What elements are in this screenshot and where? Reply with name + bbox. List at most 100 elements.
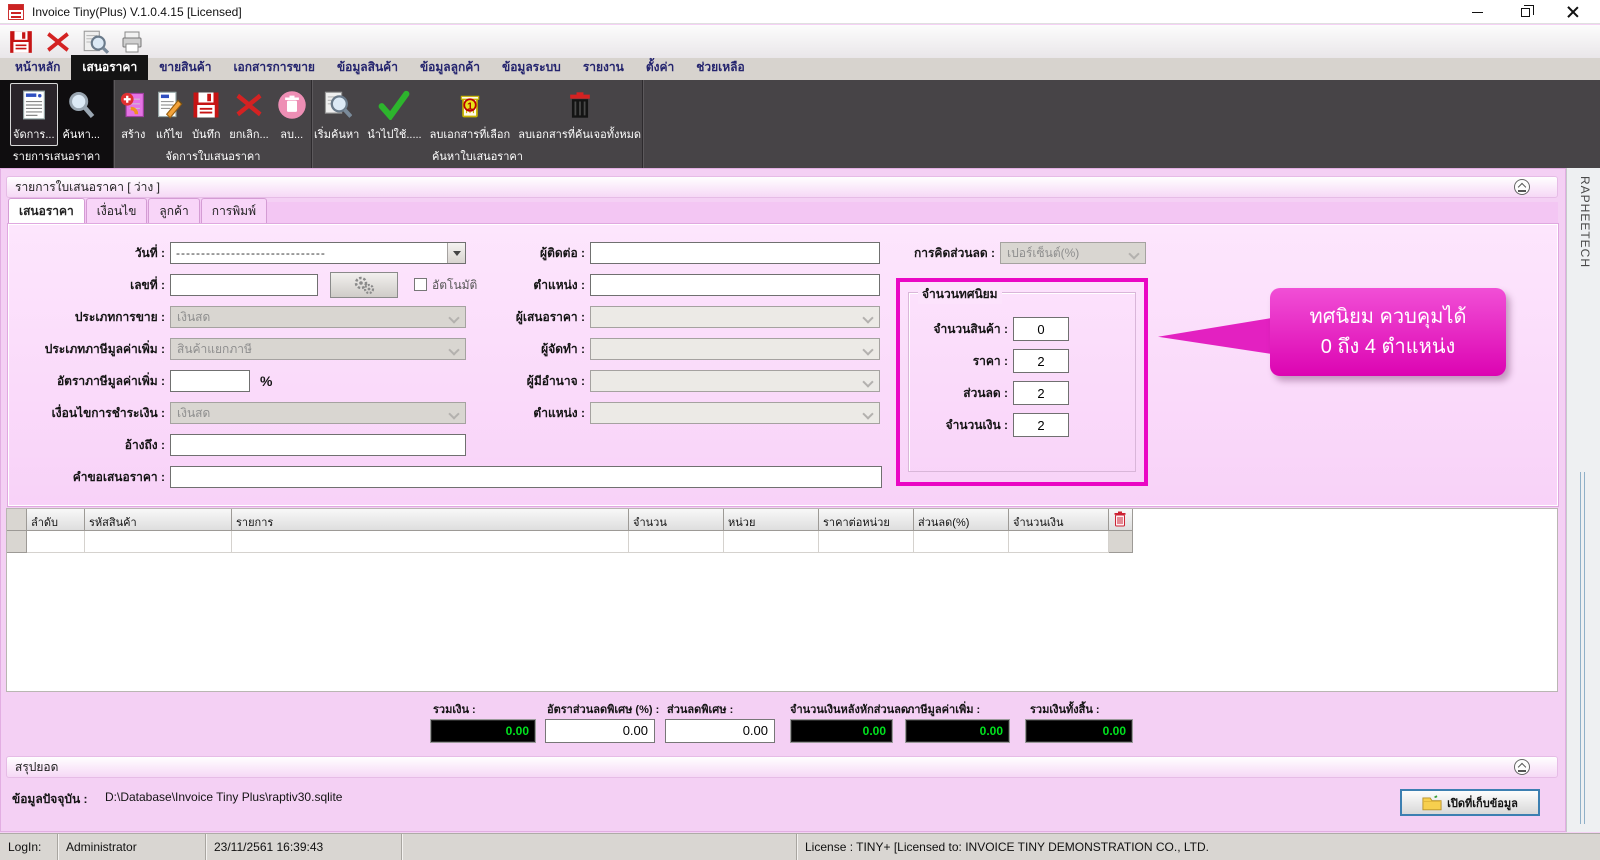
app-window: Invoice Tiny(Plus) V.1.0.4.15 [Licensed]… [0, 0, 1600, 860]
license-text: License : TINY+ [Licensed to: INVOICE TI… [797, 834, 1600, 860]
after-discount-label: จำนวนเงินหลังหักส่วนลด : [790, 704, 915, 716]
quick-save-button[interactable] [6, 28, 36, 56]
quick-preview-button[interactable] [80, 28, 110, 56]
col-code[interactable]: รหัสสินค้า [85, 509, 232, 531]
menu-bar: หน้าหลัก เสนอราคา ขายสินค้า เอกสารการขาย… [0, 55, 1600, 80]
discount-method-dropdown[interactable]: เปอร์เซ็นต์(%) [1000, 242, 1146, 264]
search-quotes-button[interactable]: ค้นหา... [60, 83, 103, 146]
contact-label: ผู้ติดต่อ : [540, 246, 585, 260]
col-discount[interactable]: ส่วนลด(%) [914, 509, 1009, 531]
vat-rate-input[interactable] [170, 370, 250, 392]
col-unit[interactable]: หน่วย [724, 509, 819, 531]
apply-button[interactable]: นำไปใช้..... [364, 83, 424, 146]
col-amount[interactable]: จำนวนเงิน [1009, 509, 1109, 531]
start-search-button[interactable]: เริ่มค้นหา [311, 83, 362, 146]
vat-type-dropdown[interactable]: สินค้าแยกภาษี [170, 338, 466, 360]
decimal-discount-input[interactable] [1013, 381, 1069, 405]
menu-tab-customer-data[interactable]: ข้อมูลลูกค้า [409, 55, 491, 80]
grid-header-row: ลำดับ รหัสสินค้า รายการ จำนวน หน่วย ราคา… [7, 509, 1557, 531]
menu-tab-home[interactable]: หน้าหลัก [4, 55, 71, 80]
date-combobox[interactable]: ------------------------------ [170, 242, 466, 264]
quick-delete-button[interactable] [43, 28, 73, 56]
open-data-folder-button[interactable]: เปิดที่เก็บข้อมูล [1400, 789, 1540, 816]
menu-tab-sales-documents[interactable]: เอกสารการขาย [222, 55, 326, 80]
collapse-panel-button[interactable] [1514, 179, 1530, 195]
magnifier-icon [69, 92, 95, 119]
ribbon: จัดการ... ค้นหา... รายการเสนอราคา สร้าง … [0, 80, 1600, 168]
tab-printing[interactable]: การพิมพ์ [200, 198, 267, 224]
side-panel-title: RAPHEETECH [1578, 176, 1592, 269]
delete-selected-button[interactable]: 1 ลบเอกสารที่เลือก [427, 83, 514, 146]
menu-tab-reports[interactable]: รายงาน [572, 55, 635, 80]
tab-conditions[interactable]: เงื่อนไข [85, 198, 148, 224]
delete-all-found-button[interactable]: ลบเอกสารที่ค้นเจอทั้งหมด [515, 83, 644, 146]
number-input[interactable] [170, 274, 318, 296]
special-discount-input[interactable]: 0.00 [665, 719, 775, 743]
login-label: LogIn: [0, 834, 58, 860]
preview-icon [83, 30, 109, 54]
menu-tab-settings[interactable]: ตั้งค่า [635, 55, 685, 80]
quote-request-input[interactable] [170, 466, 882, 488]
reference-input[interactable] [170, 434, 466, 456]
quoter-label: ผู้เสนอราคา : [515, 310, 585, 324]
decimal-price-input[interactable] [1013, 349, 1069, 373]
decimal-amount-input[interactable] [1013, 413, 1069, 437]
title-bar: Invoice Tiny(Plus) V.1.0.4.15 [Licensed] [0, 0, 1600, 24]
contact-input[interactable] [590, 242, 880, 264]
expand-summary-button[interactable] [1514, 759, 1530, 775]
position2-dropdown[interactable] [590, 402, 880, 424]
minimize-button[interactable] [1454, 0, 1500, 24]
date-label: วันที่ : [134, 246, 165, 260]
delete-all-found-icon [569, 92, 590, 118]
menu-tab-system-data[interactable]: ข้อมูลระบบ [491, 55, 572, 80]
tab-customer[interactable]: ลูกค้า [148, 198, 200, 224]
auto-number-checkbox[interactable] [414, 278, 427, 291]
menu-tab-sales[interactable]: ขายสินค้า [148, 55, 222, 80]
col-qty[interactable]: จำนวน [629, 509, 724, 531]
authorizer-dropdown[interactable] [590, 370, 880, 392]
special-discount-rate-input[interactable]: 0.00 [545, 719, 655, 743]
save-button[interactable]: บันทึก [188, 83, 224, 146]
close-button[interactable] [1550, 0, 1596, 24]
col-order[interactable]: ลำดับ [27, 509, 85, 531]
quoter-dropdown[interactable] [590, 306, 880, 328]
decimal-qty-input[interactable] [1013, 317, 1069, 341]
decimal-amount-label: จำนวนเงิน : [945, 418, 1008, 432]
grid-empty-row[interactable] [7, 531, 1557, 553]
quick-print-button[interactable] [117, 28, 147, 56]
callout-line1: ทศนิยม ควบคุมได้ [1309, 306, 1467, 328]
col-item[interactable]: รายการ [232, 509, 629, 531]
edit-button[interactable]: แก้ไข [152, 83, 186, 146]
decimal-qty-label: จำนวนสินค้า : [933, 322, 1008, 336]
decimal-settings-legend: จำนวนทศนิยม [918, 285, 1002, 304]
create-icon [121, 92, 145, 118]
manage-quotes-button[interactable]: จัดการ... [10, 83, 58, 146]
delete-trash-icon [277, 91, 306, 119]
col-unitprice[interactable]: ราคาต่อหน่วย [819, 509, 914, 531]
row-selector-cell[interactable] [7, 531, 27, 553]
payment-terms-dropdown[interactable]: เงินสด [170, 402, 466, 424]
cancel-button[interactable]: ยกเลิก... [226, 83, 271, 146]
folder-icon [1422, 795, 1442, 811]
delete-button[interactable]: ลบ... [274, 83, 310, 146]
sale-type-dropdown[interactable]: เงินสด [170, 306, 466, 328]
items-grid[interactable]: ลำดับ รหัสสินค้า รายการ จำนวน หน่วย ราคา… [6, 508, 1558, 692]
number-generate-button[interactable] [330, 272, 398, 298]
restore-button[interactable] [1502, 0, 1548, 24]
reference-label: อ้างถึง : [124, 438, 165, 452]
ribbon-group-label: จัดการใบเสนอราคา [165, 151, 261, 163]
col-delete[interactable] [1109, 509, 1133, 531]
menu-tab-help[interactable]: ช่วยเหลือ [685, 55, 756, 80]
quote-tabstrip: เสนอราคา เงื่อนไข ลูกค้า การพิมพ์ [8, 198, 1558, 224]
position1-input[interactable] [590, 274, 880, 296]
tab-quotation[interactable]: เสนอราคา [8, 198, 85, 224]
floppy-icon [10, 30, 32, 53]
preparer-label: ผู้จัดทำ : [541, 342, 585, 356]
grand-total-value: 0.00 [1025, 719, 1133, 743]
menu-tab-product-data[interactable]: ข้อมูลสินค้า [326, 55, 409, 80]
menu-tab-quotation[interactable]: เสนอราคา [71, 55, 149, 80]
preparer-dropdown[interactable] [590, 338, 880, 360]
side-panel-splitter[interactable] [1580, 472, 1585, 824]
date-value: ------------------------------ [176, 246, 326, 260]
create-button[interactable]: สร้าง [116, 83, 150, 146]
